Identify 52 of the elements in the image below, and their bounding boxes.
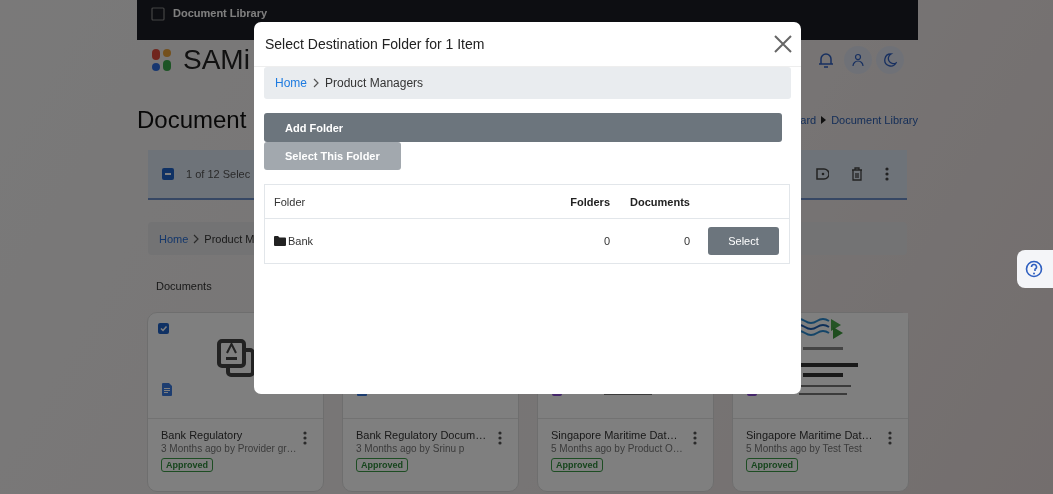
status-badge: Approved [356,458,408,472]
status-badge: Approved [551,458,603,472]
card-subtitle: 3 Months ago by Provider gr… [161,443,298,454]
breadcrumb-link[interactable]: Document Library [831,114,918,126]
status-badge: Approved [161,458,213,472]
logo-text: SAMi [183,44,250,76]
help-icon [1025,260,1043,278]
more-icon[interactable] [303,431,307,445]
document-icon [162,383,172,396]
column-header: Documents [619,184,699,219]
card-title: Bank Regulatory [161,429,243,441]
chevron-icon [313,78,319,88]
chevron-icon [193,233,200,244]
select-button[interactable]: Select [708,227,779,255]
close-button[interactable] [773,34,793,54]
app-title: Document Library [173,7,268,19]
help-button[interactable] [1017,250,1053,288]
card-title: Singapore Maritime Dat… [746,429,873,441]
section-title: Documents [156,280,213,292]
table-cell: 0 [551,218,619,264]
card-title: Bank Regulatory Docum… [356,429,487,441]
page-title: Document [137,105,247,134]
selection-count: 1 of 12 Selec [186,168,251,180]
more-icon[interactable] [498,431,502,445]
user-icon[interactable] [844,46,872,74]
column-header: Folders [551,184,619,219]
card-title: Singapore Maritime Dat… [551,429,678,441]
folder-name[interactable]: Bank [288,235,314,247]
logo-icon [151,48,173,72]
dialog-title: Select Destination Folder for 1 Item [265,36,485,52]
card-subtitle: 3 Months ago by Srinu p [356,443,466,454]
add-folder-button[interactable]: Add Folder [264,113,782,142]
folder-icon [274,236,286,246]
breadcrumb-item: Product Managers [325,76,424,90]
more-icon[interactable] [888,431,892,445]
more-icon[interactable] [693,431,697,445]
breadcrumb-link[interactable]: ard [800,114,817,126]
caret-icon [821,116,827,124]
table-cell: 0 [619,218,699,264]
checkbox[interactable] [162,168,174,180]
breadcrumb-link[interactable]: Home [159,232,189,245]
checkbox[interactable] [158,323,169,334]
more-icon[interactable] [885,167,889,181]
card-subtitle: 5 Months ago by Test Test [746,443,863,454]
moon-icon[interactable] [876,46,904,74]
status-badge: Approved [746,458,798,472]
column-header: Folder [264,184,551,219]
breadcrumb-link[interactable]: Home [275,76,307,90]
trash-icon[interactable] [851,167,863,181]
tag-icon[interactable] [815,167,829,181]
breadcrumb-item: Product M [204,232,255,245]
card-subtitle: 5 Months ago by Product O… [551,443,684,454]
